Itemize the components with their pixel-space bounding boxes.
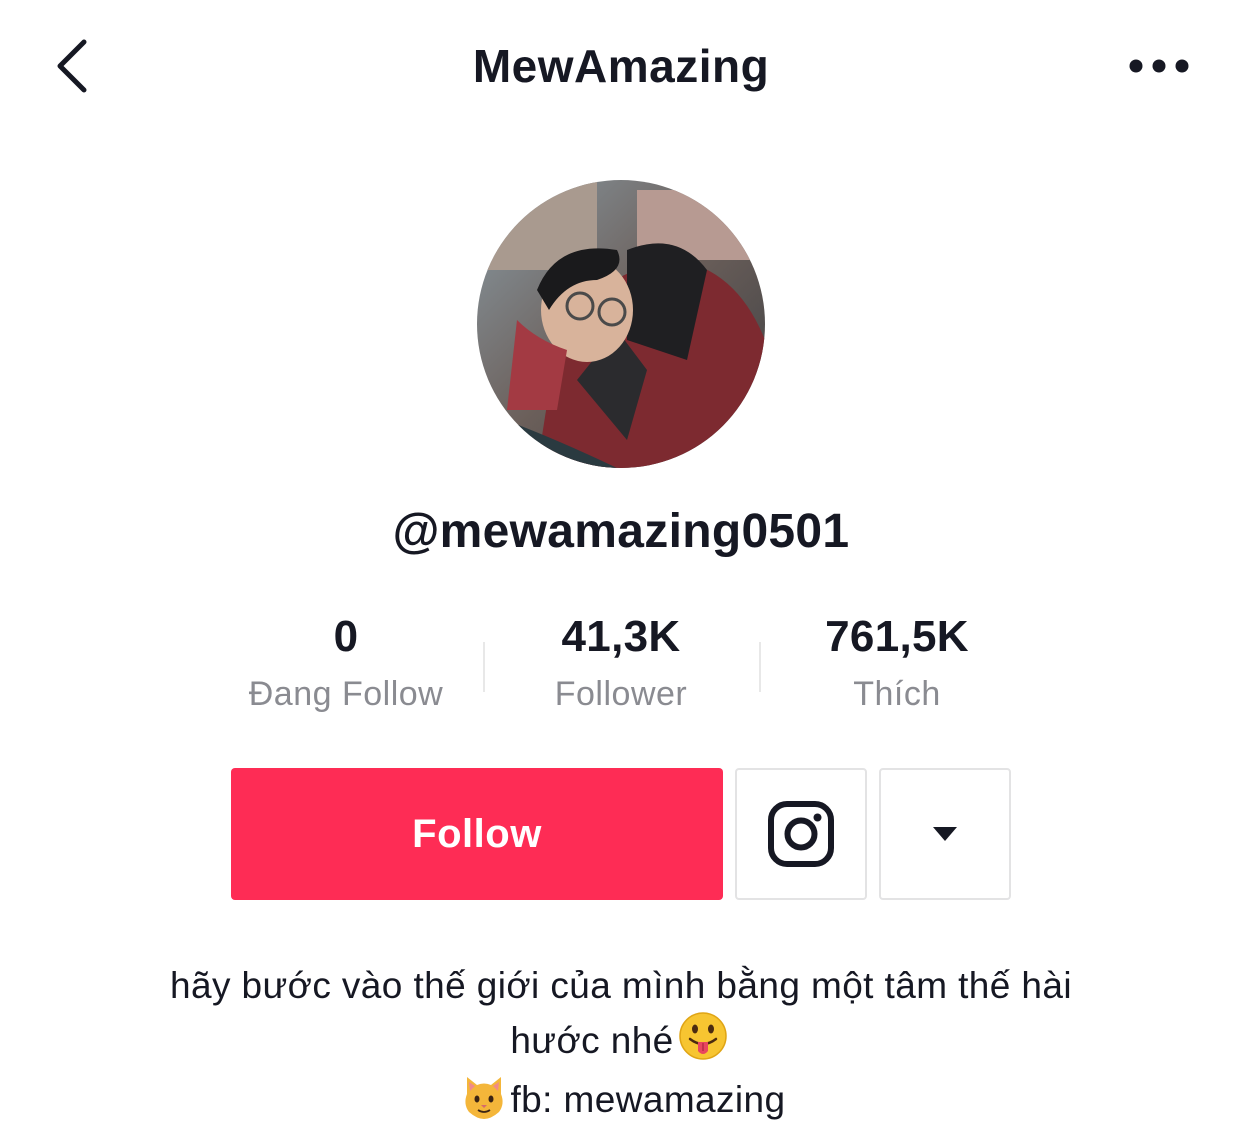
- page-title: MewAmazing: [472, 40, 770, 92]
- caret-down-icon: [933, 827, 957, 841]
- profile-photo: [477, 180, 765, 468]
- more-horizontal-icon: [1129, 59, 1189, 73]
- cat-emoji-icon: [461, 1074, 507, 1133]
- suggested-accounts-dropdown-button[interactable]: [879, 768, 1011, 900]
- stat-following-value: 0: [333, 612, 359, 661]
- stat-followers[interactable]: 41,3K Follower: [483, 608, 759, 722]
- avatar[interactable]: [477, 180, 765, 468]
- instagram-button[interactable]: [735, 768, 867, 900]
- follow-button[interactable]: Follow: [231, 768, 723, 900]
- stat-likes: 761,5K Thích: [759, 608, 1035, 722]
- bio-line-2-text: hước nhé: [510, 1020, 674, 1061]
- bio-line-2: hước nhé: [100, 1011, 1142, 1074]
- stat-following-label: Đang Follow: [248, 675, 444, 713]
- stat-likes-value: 761,5K: [825, 612, 969, 661]
- bio-line-3: fb: mewamazing: [100, 1074, 1142, 1133]
- stat-likes-label: Thích: [853, 675, 941, 713]
- bio-line-3-text: fb: mewamazing: [510, 1079, 786, 1120]
- more-options-button[interactable]: [1118, 40, 1200, 92]
- stat-followers-label: Follower: [554, 675, 688, 713]
- profile-bio: hãy bước vào thế giới của mình bằng một …: [100, 960, 1142, 1133]
- bio-line-1: hãy bước vào thế giới của mình bằng một …: [169, 965, 1072, 1006]
- tongue-out-emoji-icon: [678, 1011, 728, 1074]
- profile-stats: 0 Đang Follow 41,3K Follower 761,5K Thíc…: [208, 608, 1034, 720]
- top-bar: MewAmazing: [0, 0, 1242, 132]
- instagram-icon: [768, 801, 834, 867]
- username-handle: @mewamazing0501: [392, 505, 850, 558]
- stat-following[interactable]: 0 Đang Follow: [208, 608, 484, 722]
- stat-followers-value: 41,3K: [561, 612, 681, 661]
